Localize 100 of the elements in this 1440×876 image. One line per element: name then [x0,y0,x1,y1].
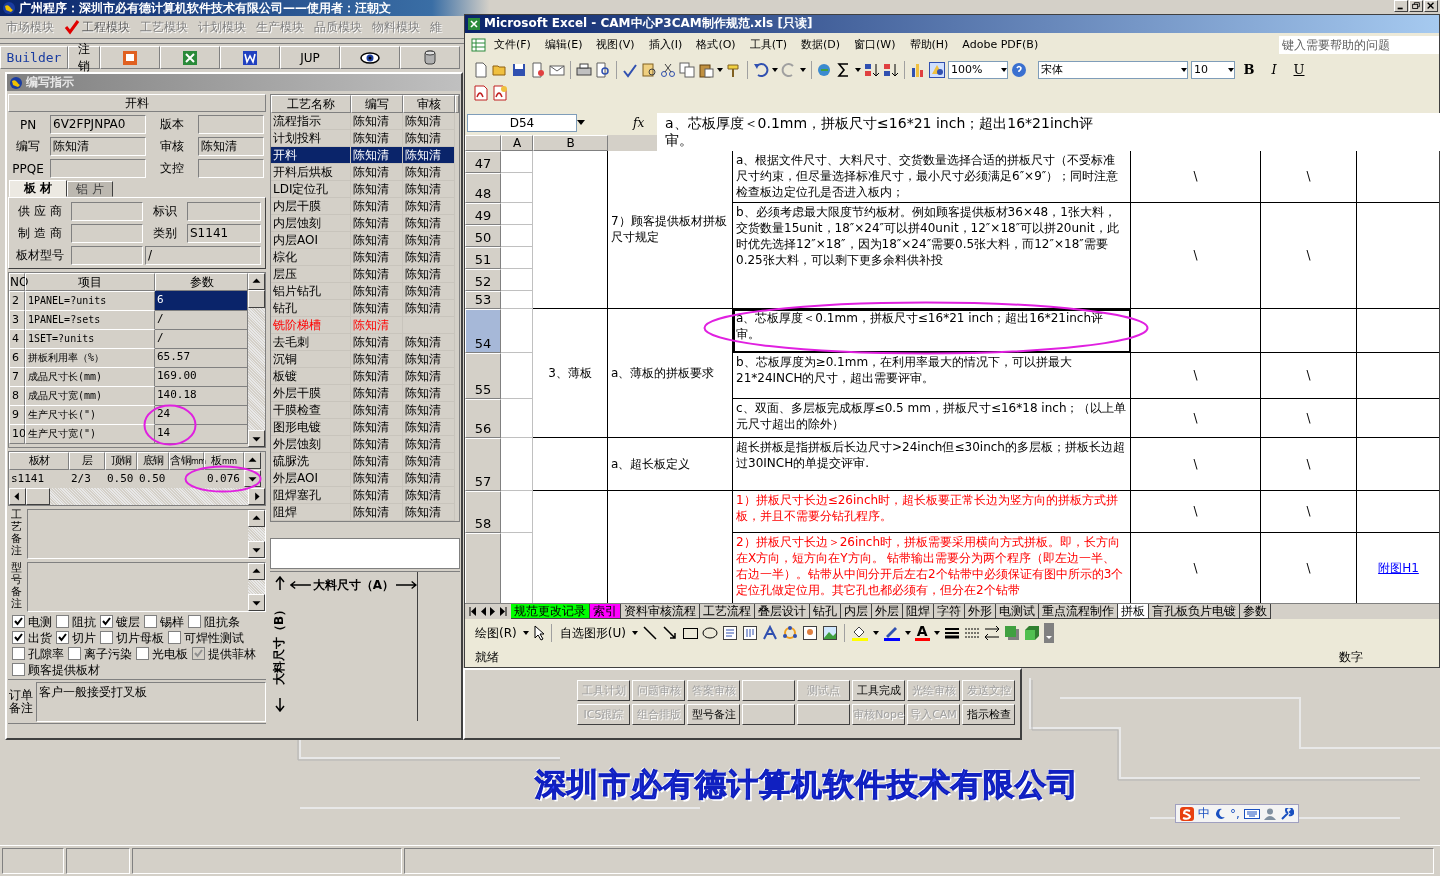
cut-icon[interactable] [660,61,676,78]
toolbar-button[interactable] [340,46,400,69]
row-header[interactable]: 48 [465,172,501,203]
checkbox-label[interactable]: 镀层 [116,614,140,629]
dropdown-arrow-icon[interactable] [522,631,529,636]
s-logo-icon[interactable] [1180,806,1194,821]
menu-item[interactable]: 文件(F) [487,37,538,53]
input-field[interactable] [50,159,146,178]
arrow-icon[interactable] [661,625,678,642]
checkbox-label[interactable]: 光电板 [152,646,188,661]
table-row[interactable]: 开料后烘板 陈知清 陈知清 [271,164,459,181]
row-header[interactable]: 50 [465,224,501,247]
table-row[interactable]: LDI定位孔 陈知清 陈知清 [271,181,459,198]
checkbox[interactable] [136,647,149,660]
column-header[interactable]: 编写 [351,95,403,113]
action-button[interactable]: 指示检查 [962,704,1015,725]
checkbox-label[interactable]: 离子污染 [84,646,132,661]
checkbox[interactable] [56,631,69,644]
row-header[interactable]: 58 [465,490,501,533]
toolbar-button[interactable] [220,46,280,69]
checkbox[interactable] [56,615,69,628]
function-label[interactable]: fx [633,115,645,130]
arrow-style-icon[interactable] [983,625,1000,642]
input-field[interactable] [71,246,143,265]
checkbox-label[interactable]: 顾客提供板材 [28,662,100,677]
new-document-icon[interactable] [473,61,489,78]
table-row[interactable]: 内层蚀刻 陈知清 陈知清 [271,215,459,232]
save-icon[interactable] [511,61,527,78]
text-box-icon[interactable] [721,625,738,642]
scroll-down-icon[interactable] [248,541,265,558]
table-row[interactable]: 干膜检查 陈知清 陈知清 [271,402,459,419]
input-field[interactable]: 陈知清 [198,137,264,156]
table-row[interactable]: 棕化 陈知清 陈知清 [271,249,459,266]
rectangle-icon[interactable] [681,625,698,642]
row-header[interactable]: 54 [465,308,501,353]
sheet-tab[interactable]: 拼板 [1118,604,1149,620]
menu-item[interactable]: 视图(V) [589,37,642,53]
input-field[interactable]: / [145,246,261,265]
toolbar-button[interactable]: Builder [0,46,68,69]
input-field[interactable]: 陈知清 [50,137,146,156]
toolbar-button[interactable]: JUP [280,46,340,69]
dropdown-arrow-icon[interactable] [904,631,911,636]
sort-ascending-icon[interactable] [864,61,880,78]
oval-icon[interactable] [701,625,718,642]
checkbox-label[interactable]: 可焊性测试 [184,630,244,645]
checkbox-label[interactable]: 切片母板 [116,630,164,645]
row-header[interactable]: 56 [465,398,501,438]
dropdown-arrow-icon[interactable] [872,631,879,636]
input-field[interactable] [187,202,261,221]
checkbox[interactable] [188,615,201,628]
checkbox-label[interactable]: 电测 [28,614,52,629]
menu-item[interactable]: 数据(D) [793,37,848,53]
chart-icon[interactable] [910,61,926,78]
scrollbar-thumb[interactable] [26,488,50,505]
wordart-icon[interactable] [761,625,778,642]
link[interactable]: 附图H1 [1378,560,1419,577]
wrench-icon[interactable] [1279,807,1294,820]
table-row[interactable]: 阻焊 陈知清 陈知清 [271,504,459,521]
minimize-icon[interactable] [1394,0,1408,12]
table-row[interactable]: 外层干膜 陈知清 陈知清 [271,385,459,402]
scroll-down-icon[interactable] [248,594,265,611]
column-header[interactable]: 层 [69,452,105,470]
scroll-down-icon[interactable] [248,430,265,447]
memo-field[interactable] [27,509,266,559]
table-row[interactable]: 内层AOI 陈知清 陈知清 [271,232,459,249]
checkbox[interactable] [100,631,113,644]
keyboard-icon[interactable] [1243,807,1260,820]
row-header[interactable]: 51 [465,246,501,269]
action-button[interactable]: 工具完成 [852,680,905,701]
zoom-dropdown[interactable]: 100% [948,60,1008,79]
checkbox[interactable] [168,631,181,644]
menu-item[interactable]: 格式(O) [689,37,743,53]
table-row[interactable]: 内层干膜 陈知清 陈知清 [271,198,459,215]
checkbox[interactable] [12,663,25,676]
memo-field[interactable]: 客户一般接受打叉板 [36,682,266,722]
sheet-tab[interactable]: 索引 [590,604,621,620]
punctuation-label[interactable]: °, [1230,806,1240,821]
checkbox[interactable] [12,615,25,628]
column-header[interactable]: 板材 [9,452,69,470]
print-icon[interactable] [576,61,592,78]
input-mode-label[interactable]: 中 [1198,805,1210,822]
table-row[interactable]: 钻孔 陈知清 陈知清 [271,300,459,317]
column-header[interactable]: 顶铜 [105,452,137,470]
table-row[interactable]: 阻焊塞孔 陈知清 陈知清 [271,487,459,504]
input-field[interactable]: 6V2FPJNPA0 [50,115,146,134]
sheet-tab[interactable]: 规范更改记录 [511,604,590,620]
dropdown-arrow-icon[interactable] [717,67,723,72]
scroll-right-icon[interactable] [248,488,265,505]
menu-item[interactable]: Adobe PDF(B) [955,38,1046,52]
scroll-up-icon[interactable] [248,273,265,290]
checkbox-label[interactable]: 切片 [72,630,96,645]
row-header[interactable] [465,532,501,604]
checkbox-label[interactable]: 孔隙率 [28,646,64,661]
checkbox[interactable] [144,615,157,628]
sort-descending-icon[interactable] [883,61,899,78]
menu-item[interactable]: 窗口(W) [847,37,903,53]
format-button[interactable]: B [1238,59,1260,80]
line-color-icon[interactable] [882,625,901,642]
line-style-icon[interactable] [943,625,960,642]
input-field[interactable] [71,202,143,221]
